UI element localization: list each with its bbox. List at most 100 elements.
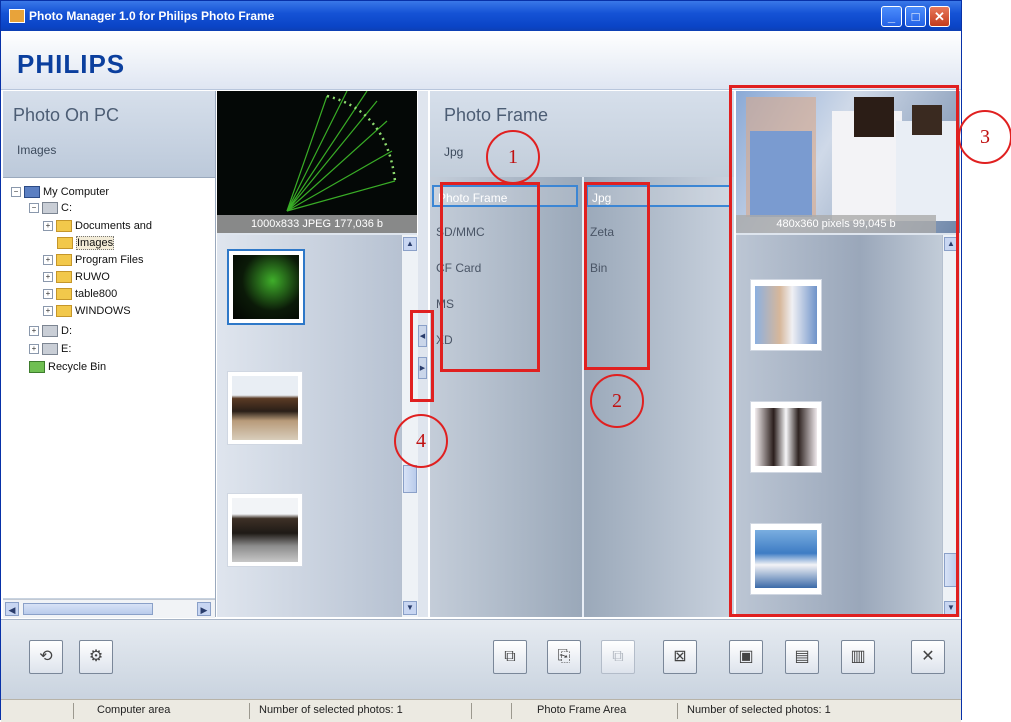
tree-item-drive-d[interactable]: + D: [29, 323, 72, 339]
status-computer-area: Computer area [97, 704, 171, 716]
tree-item-windows[interactable]: + WINDOWS [43, 303, 131, 319]
ferris-wheel-thumb [233, 255, 299, 319]
collapse-icon[interactable]: − [29, 203, 39, 214]
maximize-button[interactable]: □ [905, 6, 926, 27]
expand-icon[interactable]: + [43, 272, 53, 283]
scroll-right-icon[interactable]: ▶ [197, 602, 211, 616]
expand-icon[interactable]: + [43, 221, 53, 232]
callout-number-1: 1 [486, 130, 540, 184]
recycle-bin-icon [29, 361, 45, 374]
slideshow-button[interactable]: ▥ [841, 640, 875, 674]
pc-panel-title: Photo On PC [13, 105, 120, 125]
drive-icon [42, 325, 58, 338]
rotate-button[interactable]: ⟲ [29, 640, 63, 674]
folder-icon [56, 288, 72, 301]
tree-item-label: Documents and [75, 220, 153, 232]
settings-button[interactable]: ⚙ [79, 640, 113, 674]
status-separator [677, 703, 678, 719]
pc-panel-header: Photo On PC Images [3, 91, 215, 177]
callout-number-3: 3 [958, 110, 1011, 164]
folder-icon [56, 254, 72, 267]
tree-item-drive-c[interactable]: − C: [29, 200, 72, 216]
tree-item-label: Images [76, 236, 115, 250]
expand-icon[interactable]: + [43, 306, 53, 317]
status-separator [471, 703, 472, 719]
callout-number-2: 2 [590, 374, 644, 428]
expand-icon[interactable]: + [43, 289, 53, 300]
folder-tree: − My Computer − C: + Documents and Images +… [3, 177, 215, 598]
tree-item-recycle-bin[interactable]: Recycle Bin [29, 359, 106, 375]
folder-open-icon [57, 237, 73, 250]
status-frame-selected-count: Number of selected photos: 1 [687, 704, 831, 716]
ferris-wheel-image [286, 91, 397, 212]
philips-logo: PHILIPS [17, 49, 126, 79]
temple-thumb [232, 498, 298, 562]
edit-photo-button[interactable]: ▤ [785, 640, 819, 674]
tree-item-table800[interactable]: + table800 [43, 286, 117, 302]
tree-item-label: D: [61, 325, 72, 337]
callout-box-frame-thumbnails [729, 85, 959, 617]
folder-icon [56, 271, 72, 284]
tree-item-label: RUWO [75, 271, 110, 283]
callout-box-folders [584, 182, 650, 370]
scroll-up-icon[interactable]: ▲ [403, 237, 417, 251]
tree-item-program-files[interactable]: + Program Files [43, 252, 143, 268]
photo-frame-header: Photo Frame Jpg [430, 91, 734, 177]
scroll-left-icon[interactable]: ◀ [5, 602, 19, 616]
photo-thumbnail[interactable] [227, 493, 303, 567]
status-separator [249, 703, 250, 719]
window-title: Photo Manager 1.0 for Philips Photo Fram… [29, 9, 275, 23]
close-app-button[interactable]: ✕ [911, 640, 945, 674]
tree-item-label: Recycle Bin [48, 361, 107, 373]
tree-item-label: table800 [75, 288, 118, 300]
copy-button[interactable]: ⧉ [493, 640, 527, 674]
title-bar[interactable]: Photo Manager 1.0 for Philips Photo Fram… [1, 1, 961, 31]
callout-box-transfer-arrows [410, 310, 434, 402]
scrollbar-thumb[interactable] [403, 465, 417, 493]
bottom-toolbar: ⟲ ⚙ ⧉ ⎘ ⧉ ⊠ ▣ ▤ ▥ ✕ [1, 619, 961, 700]
expand-icon[interactable]: + [43, 255, 53, 266]
paste-button[interactable]: ⧉ [601, 640, 635, 674]
status-separator [511, 703, 512, 719]
expand-icon[interactable]: + [29, 344, 39, 355]
app-icon [9, 9, 25, 23]
status-bar: Computer area Number of selected photos:… [1, 699, 961, 722]
pc-photo-preview: 1000x833 JPEG 177,036 b [217, 91, 417, 233]
pc-thumbnail-list [217, 235, 401, 617]
collapse-icon[interactable]: − [11, 187, 21, 198]
callout-number-4: 4 [394, 414, 448, 468]
tree-item-label: E: [61, 343, 72, 355]
status-pc-selected-count: Number of selected photos: 1 [259, 704, 403, 716]
tree-item-ruwo[interactable]: + RUWO [43, 269, 110, 285]
drive-icon [42, 202, 58, 215]
tree-item-images[interactable]: Images [57, 235, 115, 251]
photo-frame-title: Photo Frame [444, 105, 549, 125]
scrollbar-thumb[interactable] [23, 603, 153, 615]
pc-thumbnail-panel: 1000x833 JPEG 177,036 b ▲ ▼ [217, 91, 418, 617]
crop-photo-button[interactable]: ▣ [729, 640, 763, 674]
temple-thumb [232, 376, 298, 440]
photo-thumbnail[interactable] [227, 371, 303, 445]
status-frame-area: Photo Frame Area [537, 704, 627, 716]
folder-icon [56, 220, 72, 233]
tree-item-label: My Computer [43, 186, 110, 198]
tree-item-label: Program Files [75, 254, 144, 266]
tree-item-my-computer[interactable]: − My Computer [11, 184, 109, 200]
tree-item-label: WINDOWS [75, 305, 131, 317]
delete-photo-button[interactable]: ⊠ [663, 640, 697, 674]
close-button[interactable]: ✕ [929, 6, 950, 27]
tree-item-drive-e[interactable]: + E: [29, 341, 71, 357]
drive-icon [42, 343, 58, 356]
tree-item-documents[interactable]: + Documents and [43, 218, 152, 234]
tree-item-label: C: [61, 202, 72, 214]
brand-bar: PHILIPS [1, 31, 961, 90]
scroll-down-icon[interactable]: ▼ [403, 601, 417, 615]
photo-thumbnail[interactable] [227, 249, 305, 325]
pc-current-folder: Images [17, 143, 57, 157]
tree-horizontal-scrollbar[interactable]: ◀ ▶ [3, 599, 215, 618]
pc-panel: Photo On PC Images − My Computer − C: + Doc… [3, 91, 216, 618]
copy-to-frame-button[interactable]: ⎘ [547, 640, 581, 674]
expand-icon[interactable]: + [29, 326, 39, 337]
minimize-button[interactable]: _ [881, 6, 902, 27]
status-separator [73, 703, 74, 719]
